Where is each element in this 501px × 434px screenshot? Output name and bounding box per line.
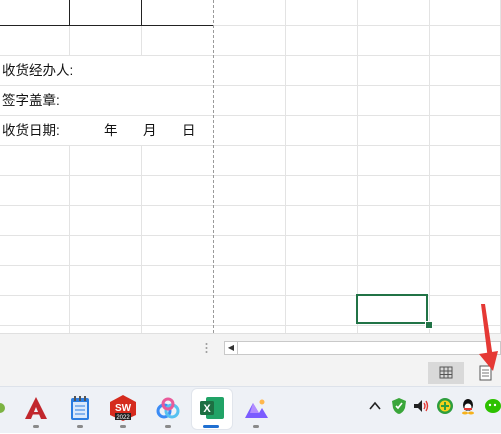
svg-text:2022: 2022 [116, 415, 130, 421]
spreadsheet-grid[interactable]: 收货经办人: 签字盖章: 收货日期: 年 月 日 [0, 0, 501, 333]
volume-icon[interactable] [412, 397, 430, 415]
table-border [69, 0, 70, 25]
month-label: 月 [143, 123, 157, 138]
table-border [141, 0, 142, 25]
running-indicator [253, 425, 259, 428]
solidworks-app-button[interactable]: SW 2022 [109, 394, 137, 422]
fill-handle[interactable] [425, 321, 433, 329]
running-indicator [165, 425, 171, 428]
partial-app-icon[interactable] [0, 401, 5, 415]
status-bar [0, 362, 501, 386]
receiver-label: 收货经办人: [2, 63, 74, 78]
autocad-icon [25, 397, 47, 419]
excel-icon: X [200, 397, 224, 419]
annotation-arrow-icon [479, 304, 498, 371]
plus-icon[interactable] [436, 397, 454, 415]
purple-app-button[interactable] [242, 394, 270, 422]
solidworks-icon: SW 2022 [110, 395, 136, 421]
active-indicator [203, 425, 219, 428]
scroll-left-button[interactable]: ◀ [224, 341, 238, 355]
year-label: 年 [104, 123, 118, 138]
running-indicator [120, 425, 126, 428]
autocad-app-button[interactable] [22, 394, 50, 422]
page-break-line [213, 0, 214, 333]
horizontal-scrollbar[interactable] [238, 341, 501, 355]
svg-text:SW: SW [115, 403, 132, 414]
active-cell-selection[interactable] [356, 294, 428, 324]
excel-app-button[interactable]: X [192, 389, 232, 429]
cloud-app-button[interactable] [154, 394, 182, 422]
chevron-left-icon: ◀ [227, 343, 235, 352]
signature-label: 签字盖章: [2, 93, 60, 108]
notepad-app-button[interactable] [66, 394, 94, 422]
day-label: 日 [182, 123, 196, 138]
grid-icon [439, 366, 453, 379]
mountain-icon [245, 399, 268, 418]
horizontal-scroll-area: ◀ [0, 333, 501, 363]
taskbar: SW 2022 X [0, 386, 501, 433]
running-indicator [77, 425, 83, 428]
receive-date-label: 收货日期: [2, 123, 60, 138]
cloud-icon [156, 397, 180, 419]
notepad-icon [71, 396, 89, 420]
normal-view-button[interactable] [428, 362, 464, 384]
show-hidden-icons-chevron-icon[interactable] [366, 397, 384, 415]
qq-icon[interactable] [459, 397, 477, 415]
wechat-icon[interactable] [483, 397, 501, 415]
split-grip-handle[interactable] [205, 342, 208, 354]
table-border [0, 25, 213, 26]
shield-icon[interactable] [390, 397, 408, 415]
svg-text:X: X [203, 403, 211, 415]
running-indicator [33, 425, 39, 428]
